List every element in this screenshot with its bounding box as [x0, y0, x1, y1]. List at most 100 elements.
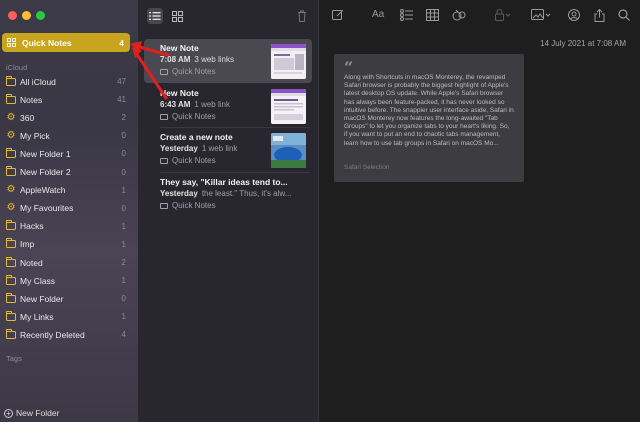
sidebar-item-label: Hacks	[20, 221, 44, 232]
sidebar-item-label: My Favourites	[20, 203, 74, 214]
folder-icon	[5, 75, 16, 86]
sidebar-item[interactable]: My Class 1	[0, 272, 138, 289]
trash-icon	[298, 10, 306, 22]
sidebar-item-count: 47	[117, 77, 126, 86]
sidebar-item[interactable]: Noted 2	[0, 254, 138, 271]
sidebar-item[interactable]: ⚙ AppleWatch 1	[0, 182, 138, 199]
sidebar-item[interactable]: Imp 1	[0, 236, 138, 253]
folder-icon	[5, 166, 16, 176]
note-item[interactable]: Create a new note Yesterday 1 web link Qu…	[144, 128, 312, 172]
sidebar: Quick Notes 4 iCloud All iCloud 47 Notes 41…	[0, 0, 138, 422]
sidebar-item-count: 0	[121, 131, 126, 141]
folder-icon	[160, 157, 168, 164]
sidebar-item-label: Notes	[20, 94, 43, 105]
note-title: Create a new note	[160, 132, 233, 142]
note-snippet: the least." Thus, it's alw...	[201, 189, 292, 198]
note-thumbnail	[271, 89, 306, 124]
icloud-section-header: iCloud	[6, 63, 28, 72]
note-editor: Aa 14 July 2021 at 7:08 AM “ Along with …	[320, 0, 640, 422]
list-view-button[interactable]	[147, 8, 163, 24]
sidebar-item[interactable]: ⚙ My Pick 0	[0, 127, 138, 144]
sidebar-item-label: All iCloud	[20, 76, 56, 87]
folder-icon	[5, 93, 16, 104]
note-meta: Yesterday 1 web link	[160, 144, 237, 153]
note-folder: Quick Notes	[160, 201, 216, 210]
sidebar-item[interactable]: My Links 1	[0, 308, 138, 325]
folder-icon	[160, 113, 168, 120]
folder-icon	[5, 238, 16, 249]
window-controls	[8, 11, 45, 20]
sidebar-item[interactable]: New Folder 1 0	[0, 145, 138, 162]
sidebar-item-count: 1	[121, 221, 126, 231]
table-icon[interactable]	[426, 9, 439, 24]
sidebar-item[interactable]: Hacks 1	[0, 218, 138, 235]
sidebar-item-count: 4	[121, 330, 126, 340]
quote-text: Along with Shortcuts in macOS Monterey, …	[344, 74, 514, 147]
zoom-window-button[interactable]	[36, 11, 45, 20]
note-item[interactable]: New Note 7:08 AM 3 web links Quick Notes	[144, 39, 312, 83]
notes-list-pane: New Note 7:08 AM 3 web links Quick Notes …	[138, 0, 319, 422]
quote-icon: “	[344, 58, 354, 77]
sidebar-item-label: AppleWatch	[20, 185, 66, 196]
note-snippet: 1 web link	[201, 144, 238, 153]
smart-folder-icon: ⚙	[6, 111, 16, 123]
sidebar-item[interactable]: Recently Deleted 4	[0, 326, 138, 343]
sidebar-item[interactable]: All iCloud 47	[0, 73, 138, 90]
format-text-icon[interactable]: Aa	[372, 9, 384, 20]
sidebar-item-label: My Pick	[20, 130, 50, 141]
share-icon[interactable]	[594, 8, 605, 25]
note-item[interactable]: They say, "Killar ideas tend to... Yeste…	[144, 173, 312, 217]
note-folder: Quick Notes	[160, 112, 216, 121]
list-view-icon	[149, 12, 161, 20]
sidebar-item-count: 0	[121, 167, 126, 177]
note-item[interactable]: New Note 6:43 AM 1 web link Quick Notes	[144, 84, 312, 128]
sidebar-item[interactable]: ⚙ 360 2	[0, 109, 138, 126]
lock-icon[interactable]	[495, 9, 511, 24]
note-time: 6:43 AM	[160, 100, 191, 109]
sidebar-item[interactable]: ⚙ My Favourites 0	[0, 200, 138, 217]
compose-icon[interactable]	[332, 9, 344, 24]
quick-notes-icon	[7, 38, 16, 47]
sidebar-item-count: 1	[121, 312, 126, 322]
minimize-window-button[interactable]	[22, 11, 31, 20]
note-time: Yesterday	[160, 189, 198, 198]
collaborate-icon[interactable]	[452, 9, 466, 24]
note-title: New Note	[160, 88, 199, 98]
new-folder-button[interactable]: + New Folder	[4, 408, 59, 418]
delete-note-button[interactable]	[294, 8, 310, 24]
sidebar-item-label: My Links	[20, 311, 54, 322]
note-folder: Quick Notes	[160, 156, 216, 165]
close-window-button[interactable]	[8, 11, 17, 20]
folder-icon	[5, 274, 16, 285]
sidebar-item-label: Recently Deleted	[20, 329, 85, 340]
search-icon[interactable]	[618, 9, 630, 24]
sidebar-item[interactable]: Notes 41	[0, 91, 138, 108]
checklist-icon[interactable]	[400, 9, 413, 24]
sidebar-item-quick-notes[interactable]: Quick Notes 4	[2, 33, 130, 52]
account-icon[interactable]	[568, 9, 580, 24]
sidebar-item-label: My Class	[20, 275, 55, 286]
sidebar-item-count: 0	[121, 203, 126, 213]
folder-icon	[5, 256, 16, 267]
sidebar-item-label: New Folder	[20, 293, 64, 304]
note-meta: 6:43 AM 1 web link	[160, 100, 230, 109]
sidebar-item-count: 1	[121, 239, 126, 249]
quote-caption: Safari Selection	[344, 164, 390, 171]
sidebar-item[interactable]: New Folder 2 0	[0, 164, 138, 181]
gallery-view-button[interactable]	[169, 8, 185, 24]
note-meta: 7:08 AM 3 web links	[160, 55, 234, 64]
note-date: 14 July 2021 at 7:08 AM	[540, 39, 626, 48]
sidebar-item-count: 4	[119, 37, 124, 48]
media-icon[interactable]	[531, 9, 551, 24]
smart-folder-icon: ⚙	[6, 129, 16, 141]
sidebar-item-count: 2	[121, 113, 126, 123]
note-snippet: 1 web link	[194, 100, 230, 109]
note-meta: Yesterday the least." Thus, it's alw...	[160, 189, 291, 198]
note-title: New Note	[160, 43, 199, 53]
sidebar-item-count: 1	[121, 276, 126, 286]
sidebar-item-count: 2	[121, 258, 126, 267]
folder-icon	[160, 202, 168, 209]
quote-snippet[interactable]: “ Along with Shortcuts in macOS Monterey…	[334, 54, 524, 182]
sidebar-item[interactable]: New Folder 0	[0, 290, 138, 307]
sidebar-item-count: 0	[121, 149, 126, 159]
